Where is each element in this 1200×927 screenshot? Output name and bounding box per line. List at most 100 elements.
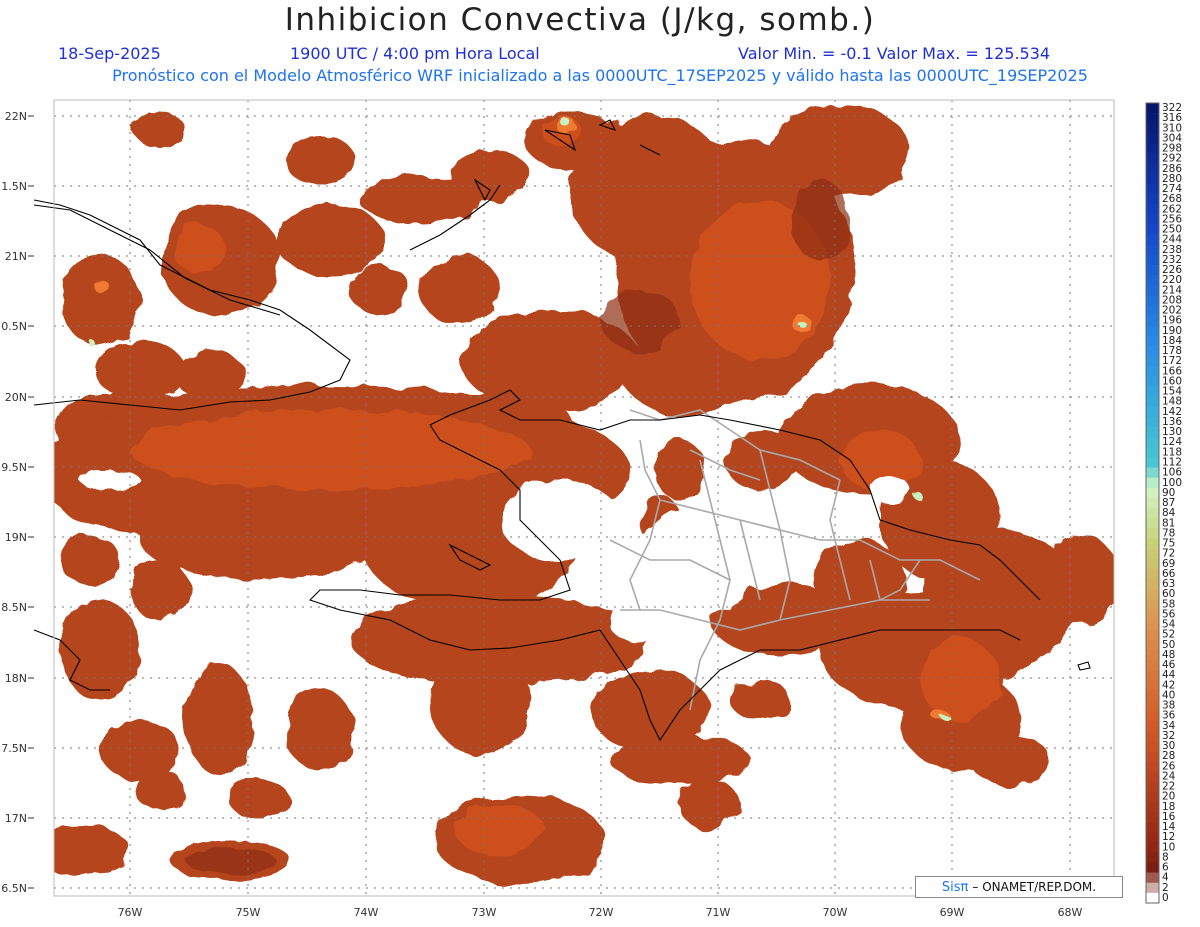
- colorbar-label: 0: [1162, 892, 1169, 904]
- lat-label: 21N: [5, 250, 27, 263]
- lat-labels: 22N 1.5N 21N 0.5N 20N 9.5N 19N 8.5N 18N …: [1, 110, 27, 895]
- lon-label: 76W: [118, 906, 143, 919]
- colorbar-swatch: [1146, 548, 1159, 559]
- colorbar-swatch: [1146, 133, 1159, 144]
- colorbar-swatch: [1146, 558, 1159, 570]
- colorbar-swatch: [1146, 497, 1159, 509]
- colorbar-swatch: [1146, 609, 1159, 620]
- colorbar-swatch: [1146, 842, 1159, 853]
- colorbar-swatch: [1146, 599, 1159, 610]
- colorbar-swatch: [1146, 781, 1159, 792]
- colorbar-swatch: [1146, 761, 1159, 772]
- colorbar-swatch: [1146, 639, 1159, 651]
- colorbar-swatch: [1146, 234, 1159, 246]
- colorbar-swatch: [1146, 163, 1159, 175]
- lat-label: 20N: [5, 391, 27, 404]
- colorbar-swatch: [1146, 143, 1159, 154]
- colorbar: 3223163103042982922862802742682622562502…: [1145, 102, 1182, 904]
- lat-label: 19N: [5, 531, 27, 544]
- colorbar-swatch: [1146, 670, 1159, 681]
- colorbar-swatch: [1146, 366, 1159, 377]
- colorbar-swatch: [1146, 487, 1159, 499]
- colorbar-swatch: [1146, 447, 1159, 458]
- colorbar-swatch: [1146, 720, 1159, 732]
- colorbar-swatch: [1146, 568, 1159, 580]
- colorbar-swatch: [1146, 538, 1159, 549]
- lon-label: 68W: [1058, 906, 1083, 919]
- colorbar-swatch: [1146, 659, 1159, 671]
- colorbar-swatch: [1146, 811, 1159, 823]
- lat-label: 9.5N: [1, 461, 27, 474]
- colorbar-swatch: [1146, 832, 1159, 843]
- lon-label: 75W: [236, 906, 261, 919]
- colorbar-swatch: [1146, 882, 1159, 894]
- sispi-logo: Sisπ: [941, 879, 969, 895]
- lat-ticks: [28, 115, 34, 889]
- colorbar-swatch: [1146, 295, 1159, 306]
- colorbar-swatch: [1146, 305, 1159, 316]
- colorbar-swatch: [1146, 892, 1159, 904]
- colorbar-swatch: [1146, 508, 1159, 519]
- lat-label: 1.5N: [1, 180, 27, 193]
- colorbar-swatch: [1146, 376, 1159, 387]
- colorbar-swatch: [1146, 852, 1159, 863]
- lat-label: 8.5N: [1, 601, 27, 614]
- lon-label: 69W: [940, 906, 965, 919]
- colorbar-swatch: [1146, 244, 1159, 256]
- colorbar-swatch: [1146, 285, 1159, 296]
- colorbar-swatch: [1146, 680, 1159, 691]
- colorbar-swatch: [1146, 416, 1159, 428]
- colorbar-swatch: [1146, 254, 1159, 266]
- colorbar-swatch: [1146, 457, 1159, 468]
- colorbar-swatch: [1146, 325, 1159, 337]
- lat-label: 7.5N: [1, 742, 27, 755]
- credit-text: – ONAMET/REP.DOM.: [972, 880, 1097, 894]
- colorbar-swatch: [1146, 872, 1159, 884]
- colorbar-swatch: [1146, 265, 1159, 276]
- colorbar-swatch: [1146, 649, 1159, 661]
- lat-label: 18N: [5, 672, 27, 685]
- colorbar-swatch: [1146, 437, 1159, 448]
- colorbar-swatch: [1146, 275, 1159, 286]
- lon-label: 70W: [823, 906, 848, 919]
- colorbar-swatch: [1146, 173, 1159, 185]
- colorbar-swatch: [1146, 801, 1159, 813]
- lon-label: 72W: [589, 906, 614, 919]
- colorbar-swatch: [1146, 346, 1159, 357]
- colorbar-swatch: [1146, 123, 1159, 134]
- colorbar-swatch: [1146, 214, 1159, 225]
- colorbar-swatch: [1146, 153, 1159, 165]
- colorbar-swatch: [1146, 204, 1159, 215]
- colorbar-swatch: [1146, 184, 1159, 195]
- colorbar-swatch: [1146, 821, 1159, 833]
- colorbar-swatch: [1146, 396, 1159, 408]
- colorbar-swatch: [1146, 730, 1159, 742]
- colorbar-swatch: [1146, 740, 1159, 752]
- lon-label: 71W: [706, 906, 731, 919]
- colorbar-swatch: [1146, 690, 1159, 701]
- colorbar-swatch: [1146, 710, 1159, 722]
- lat-label: 22N: [5, 110, 27, 123]
- colorbar-swatch: [1146, 194, 1159, 205]
- colorbar-swatch: [1146, 113, 1159, 124]
- colorbar-swatch: [1146, 771, 1159, 782]
- lat-label: 17N: [5, 812, 27, 825]
- colorbar-swatch: [1146, 700, 1159, 711]
- colorbar-swatch: [1146, 619, 1159, 630]
- credit-box: Sisπ – ONAMET/REP.DOM.: [915, 876, 1123, 898]
- colorbar-swatch: [1146, 862, 1159, 873]
- colorbar-swatch: [1146, 315, 1159, 327]
- lat-label: 0.5N: [1, 320, 27, 333]
- colorbar-swatch: [1146, 578, 1159, 590]
- map-svg: 22N 1.5N 21N 0.5N 20N 9.5N 19N 8.5N 18N …: [1, 99, 1182, 919]
- colorbar-swatch: [1146, 528, 1159, 539]
- colorbar-swatch: [1146, 791, 1159, 803]
- colorbar-swatch: [1146, 427, 1159, 438]
- colorbar-swatch: [1146, 386, 1159, 397]
- lon-label: 73W: [472, 906, 497, 919]
- colorbar-swatch: [1146, 224, 1159, 235]
- colorbar-swatch: [1146, 335, 1159, 347]
- colorbar-swatch: [1146, 589, 1159, 600]
- colorbar-swatch: [1146, 356, 1159, 367]
- colorbar-swatch: [1146, 467, 1159, 478]
